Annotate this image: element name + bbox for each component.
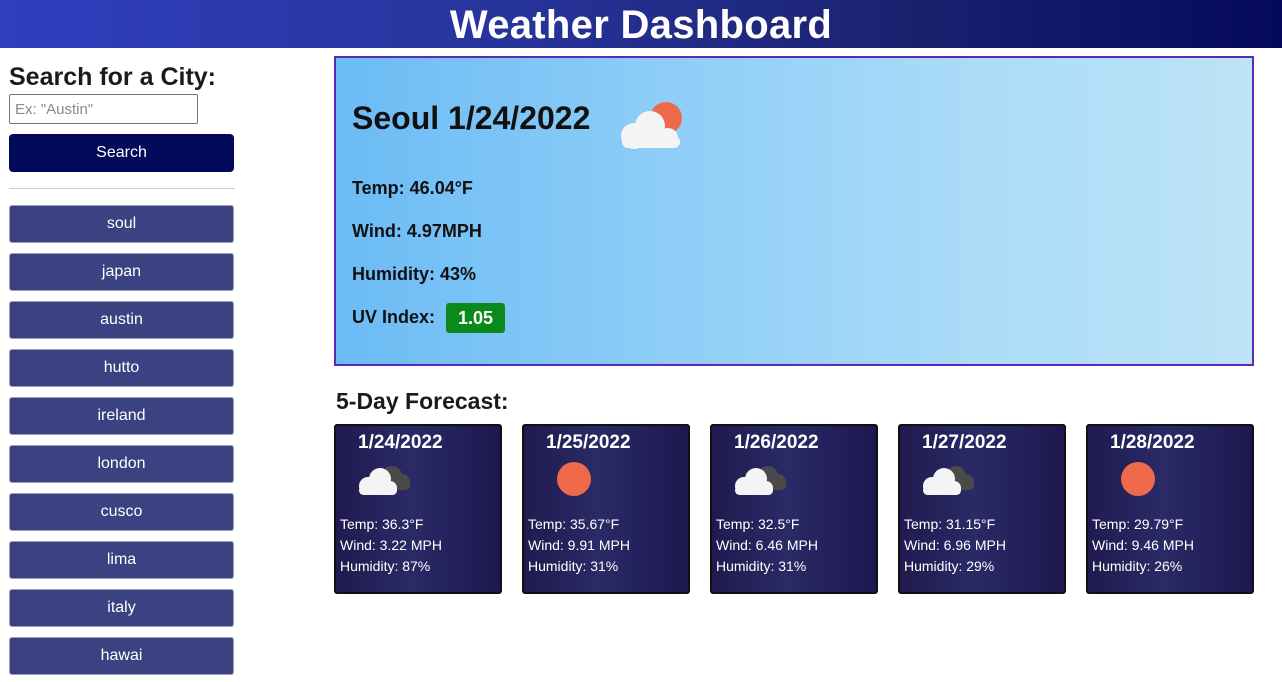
current-humidity: Humidity: 43% xyxy=(352,264,477,284)
forecast-humidity: Humidity: 31% xyxy=(716,558,807,574)
history-button-lima[interactable]: lima xyxy=(9,541,234,579)
forecast-card: 1/24/2022 Temp: 36.3°F Wind: 3.22 MPH Hu… xyxy=(334,424,502,594)
forecast-date: 1/25/2022 xyxy=(546,432,631,453)
forecast-date: 1/28/2022 xyxy=(1110,432,1195,453)
forecast-humidity: Humidity: 29% xyxy=(904,558,995,574)
forecast-humidity: Humidity: 26% xyxy=(1092,558,1183,574)
search-heading: Search for a City: xyxy=(9,63,217,91)
history-button-london[interactable]: london xyxy=(9,445,234,483)
history-button-italy[interactable]: italy xyxy=(9,589,234,627)
forecast-wind: Wind: 9.46 MPH xyxy=(1092,537,1194,553)
uv-index-badge: 1.05 xyxy=(446,303,506,333)
history-button-soul[interactable]: soul xyxy=(9,205,234,243)
history-button-cusco[interactable]: cusco xyxy=(9,493,234,531)
sidebar-divider xyxy=(9,188,235,189)
forecast-wind: Wind: 3.22 MPH xyxy=(340,537,442,553)
history-button-hutto[interactable]: hutto xyxy=(9,349,234,387)
uv-index-label: UV Index: xyxy=(352,306,436,327)
header-bar: Weather Dashboard xyxy=(0,0,1282,48)
history-button-japan[interactable]: japan xyxy=(9,253,234,291)
sun-icon xyxy=(557,462,591,496)
forecast-date: 1/24/2022 xyxy=(358,432,443,453)
forecast-temp: Temp: 32.5°F xyxy=(716,516,800,532)
forecast-wind: Wind: 6.96 MPH xyxy=(904,537,1006,553)
forecast-date: 1/27/2022 xyxy=(922,432,1007,453)
forecast-card: 1/27/2022 Temp: 31.15°F Wind: 6.96 MPH H… xyxy=(898,424,1066,594)
sidebar: Search for a City: Search soul japan aus… xyxy=(9,62,235,682)
forecast-wind: Wind: 9.91 MPH xyxy=(528,537,630,553)
forecast-card: 1/25/2022 Temp: 35.67°F Wind: 9.91 MPH H… xyxy=(522,424,690,594)
city-search-input[interactable] xyxy=(9,94,198,124)
search-history-list: soul japan austin hutto ireland london c… xyxy=(9,205,235,675)
forecast-date: 1/26/2022 xyxy=(734,432,819,453)
search-button[interactable]: Search xyxy=(9,134,234,172)
broken-clouds-icon xyxy=(923,466,974,495)
uv-index-row: UV Index: 1.05 xyxy=(352,303,506,333)
current-wind: Wind: 4.97MPH xyxy=(352,221,482,241)
history-button-austin[interactable]: austin xyxy=(9,301,234,339)
forecast-temp: Temp: 29.79°F xyxy=(1092,516,1184,532)
forecast-heading: 5-Day Forecast: xyxy=(336,388,509,414)
forecast-wind: Wind: 6.46 MPH xyxy=(716,537,818,553)
partly-cloudy-icon xyxy=(621,102,682,149)
current-weather-card: Seoul 1/24/2022 Temp: 46.04°F Wind: 4.97… xyxy=(334,56,1254,366)
broken-clouds-icon xyxy=(735,466,786,495)
forecast-temp: Temp: 35.67°F xyxy=(528,516,620,532)
current-temp: Temp: 46.04°F xyxy=(352,178,473,198)
forecast-humidity: Humidity: 87% xyxy=(340,558,431,574)
forecast-temp: Temp: 31.15°F xyxy=(904,516,996,532)
forecast-card: 1/26/2022 Temp: 32.5°F Wind: 6.46 MPH Hu… xyxy=(710,424,878,594)
history-button-ireland[interactable]: ireland xyxy=(9,397,234,435)
page-title: Weather Dashboard xyxy=(449,2,833,47)
forecast-humidity: Humidity: 31% xyxy=(528,558,619,574)
sun-icon xyxy=(1121,462,1155,496)
current-city-date: Seoul 1/24/2022 xyxy=(352,100,591,136)
forecast-temp: Temp: 36.3°F xyxy=(340,516,424,532)
forecast-card: 1/28/2022 Temp: 29.79°F Wind: 9.46 MPH H… xyxy=(1086,424,1254,594)
history-button-hawai[interactable]: hawai xyxy=(9,637,234,675)
broken-clouds-icon xyxy=(359,466,410,495)
